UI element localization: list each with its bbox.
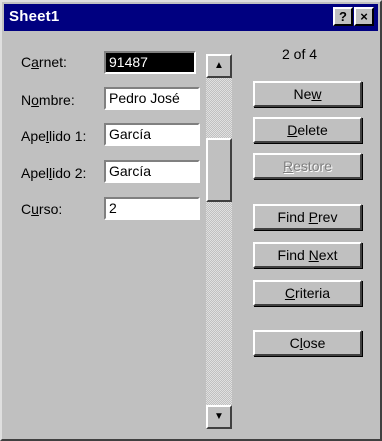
criteria-button[interactable]: Criteria xyxy=(253,280,362,306)
field-label-curso: Curso: xyxy=(21,201,63,217)
record-counter: 2 of 4 xyxy=(282,46,318,62)
help-button[interactable]: ? xyxy=(333,7,353,26)
find-prev-button[interactable]: Find Prev xyxy=(253,204,362,230)
scroll-up-button[interactable]: ▲ xyxy=(206,54,232,78)
field-label-apellido-2: Apellido 2: xyxy=(21,165,87,181)
restore-button[interactable]: Restore xyxy=(253,153,362,179)
close-icon: × xyxy=(360,9,368,24)
scroll-thumb[interactable] xyxy=(206,138,232,202)
field-label-nombre: Nombre: xyxy=(21,92,75,108)
close-window-button[interactable]: × xyxy=(354,7,374,26)
window-title: Sheet1 xyxy=(9,8,60,25)
field-label-carnet: Carnet: xyxy=(21,54,67,70)
data-form-dialog: Sheet1 ? × Carnet: Nombre: Apellido 1: A… xyxy=(0,0,382,441)
close-button[interactable]: Close xyxy=(253,330,362,356)
find-next-button[interactable]: Find Next xyxy=(253,242,362,268)
record-scrollbar[interactable]: ▲ ▼ xyxy=(206,54,232,429)
carnet-field[interactable]: 91487 xyxy=(104,51,196,74)
field-label-apellido-1: Apellido 1: xyxy=(21,128,87,144)
scroll-down-button[interactable]: ▼ xyxy=(206,405,232,429)
arrow-down-icon: ▼ xyxy=(214,411,224,422)
curso-field[interactable]: 2 xyxy=(104,197,200,220)
title-bar[interactable]: Sheet1 ? × xyxy=(4,4,378,31)
apellido-1-field[interactable]: García xyxy=(104,123,200,146)
help-icon: ? xyxy=(339,9,347,24)
apellido-2-field[interactable]: García xyxy=(104,160,200,183)
delete-button[interactable]: Delete xyxy=(253,117,362,143)
nombre-field[interactable]: Pedro José xyxy=(104,87,200,110)
arrow-up-icon: ▲ xyxy=(214,60,224,71)
new-button[interactable]: New xyxy=(253,81,362,107)
